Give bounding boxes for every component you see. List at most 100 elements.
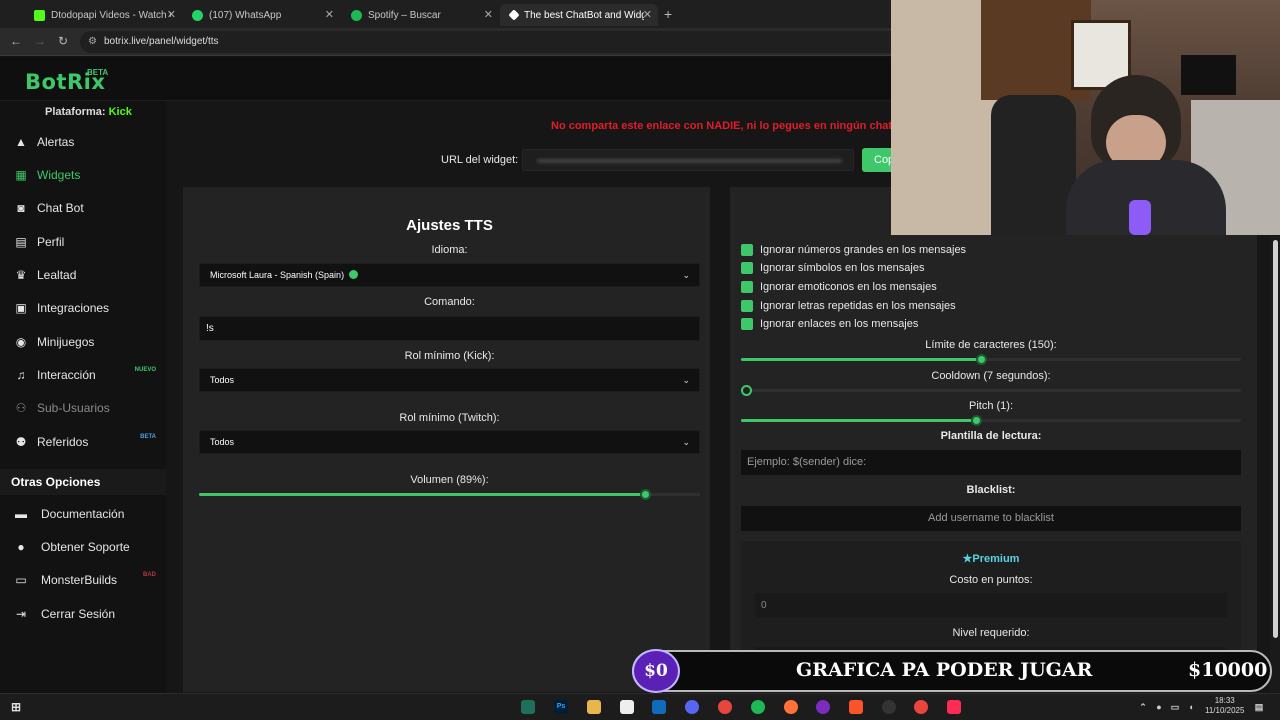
microphone	[1129, 200, 1151, 235]
volume-slider-thumb[interactable]	[639, 489, 651, 500]
cost-input[interactable]: 0	[755, 593, 1227, 618]
close-icon[interactable]: ✕	[643, 8, 652, 21]
obs-icon[interactable]	[882, 700, 896, 714]
sidebar-item-alertas[interactable]: ▲ Alertas	[0, 129, 166, 155]
opera-gx-icon[interactable]	[816, 700, 830, 714]
webcam-overlay	[891, 0, 1280, 235]
chrome-icon[interactable]	[718, 700, 732, 714]
new-tab-button[interactable]: +	[664, 6, 672, 22]
sidebar-item-lealtad[interactable]: ♛ Lealtad	[0, 262, 166, 288]
file-explorer-icon[interactable]	[587, 700, 601, 714]
warning-icon: ▲	[15, 135, 27, 149]
system-clock[interactable]: 18:33 11/10/2025	[1205, 696, 1244, 716]
sidebar-item-minijuegos[interactable]: ◉ Minijuegos	[0, 329, 166, 355]
cooldown-label: Cooldown (7 segundos):	[931, 370, 1051, 382]
sidebar-item-widgets[interactable]: ▦ Widgets	[0, 162, 166, 188]
cooldown-slider[interactable]	[741, 385, 1241, 396]
music-icon: ♫	[16, 368, 26, 382]
sidebar-item-referidos[interactable]: ⚉ Referidos BETA	[0, 429, 166, 455]
site-info-icon[interactable]: ⚙	[88, 31, 97, 53]
ignore-emoticons-checkbox[interactable]: Ignorar emoticonos en los mensajes	[741, 280, 937, 294]
sidebar-item-label: Chat Bot	[37, 201, 84, 215]
windows-start-icon[interactable]: ⊞	[9, 700, 23, 714]
checkbox-checked-icon[interactable]	[741, 300, 753, 312]
brave-icon[interactable]	[849, 700, 863, 714]
kick-favicon-icon	[34, 9, 45, 21]
whatsapp-favicon-icon	[192, 9, 203, 21]
close-icon[interactable]: ✕	[167, 8, 176, 21]
reload-icon[interactable]: ↻	[58, 34, 68, 48]
checkbox-label: Ignorar números grandes en los mensajes	[760, 244, 967, 256]
volume-icon[interactable]: ◖	[1184, 700, 1198, 714]
role-kick-select[interactable]: Todos ⌄	[199, 368, 700, 392]
ignore-links-checkbox[interactable]: Ignorar enlaces en los mensajes	[741, 317, 918, 331]
widgets-icon: ▦	[15, 168, 27, 182]
sidebar-item-integraciones[interactable]: ▣ Integraciones	[0, 295, 166, 321]
sidebar-item-label: Lealtad	[37, 268, 77, 282]
chrome-active-icon[interactable]	[914, 700, 928, 714]
command-input[interactable]: !s	[199, 316, 700, 341]
windows-taskbar	[0, 693, 1280, 720]
support-icon: ●	[17, 540, 25, 554]
blacklist-label: Blacklist:	[966, 484, 1016, 496]
sidebar-item-soporte[interactable]: ● Obtener Soporte	[0, 534, 166, 560]
cooldown-slider-thumb[interactable]	[741, 385, 752, 396]
pitch-slider-thumb[interactable]	[971, 415, 982, 426]
ignore-repeated-letters-checkbox[interactable]: Ignorar letras repetidas en los mensajes	[741, 299, 956, 313]
outlook-icon[interactable]	[652, 700, 666, 714]
char-limit-label: Límite de caracteres (150):	[925, 339, 1057, 351]
spotify-icon[interactable]	[751, 700, 765, 714]
photoshop-icon[interactable]: Ps	[554, 700, 568, 714]
notifications-icon[interactable]: ▤	[1252, 700, 1266, 714]
char-limit-slider[interactable]	[741, 354, 1241, 365]
url-text: botrix.live/panel/widget/tts	[104, 36, 219, 47]
system-tray-icon[interactable]: ⌃	[1136, 700, 1150, 714]
close-icon[interactable]: ✕	[325, 8, 334, 21]
widget-url-field[interactable]	[522, 149, 854, 171]
platform-indicator: Plataforma: Kick	[45, 106, 132, 118]
sidebar-item-perfil[interactable]: ▤ Perfil	[0, 229, 166, 255]
checkbox-label: Ignorar enlaces en los mensajes	[760, 318, 919, 330]
tab-spotify[interactable]: Spotify – Buscar ✕	[341, 4, 499, 26]
sidebar-item-documentacion[interactable]: ▬ Documentación	[0, 501, 166, 527]
back-icon[interactable]: ←	[10, 34, 22, 48]
template-input[interactable]: Ejemplo: $(sender) dice:	[741, 450, 1241, 475]
clock-time: 18:33	[1214, 696, 1235, 705]
checkbox-checked-icon[interactable]	[741, 318, 753, 330]
forward-icon[interactable]: →	[34, 34, 46, 48]
close-icon[interactable]: ✕	[484, 8, 493, 21]
ignore-symbols-checkbox[interactable]: Ignorar símbolos en los mensajes	[741, 261, 924, 275]
volume-label: Volumen (89%):	[410, 474, 489, 486]
security-warning: No comparta este enlace con NADIE, ni lo…	[551, 120, 893, 132]
checkbox-checked-icon[interactable]	[741, 244, 753, 256]
app-icon[interactable]	[521, 700, 535, 714]
tab-botrix[interactable]: The best ChatBot and Widgets ✕	[500, 4, 658, 26]
tab-whatsapp[interactable]: (107) WhatsApp ✕	[182, 4, 340, 26]
premium-text: Premium	[972, 553, 1020, 565]
checkbox-checked-icon[interactable]	[741, 262, 753, 274]
network-icon[interactable]: ▭	[1168, 700, 1182, 714]
microphone-tray-icon[interactable]: ●	[1152, 700, 1166, 714]
sidebar-item-monsterbuilds[interactable]: ▭ MonsterBuilds BAD	[0, 567, 166, 593]
language-select[interactable]: Microsoft Laura - Spanish (Spain) ⌄	[199, 263, 700, 287]
sidebar-item-label: Documentación	[41, 507, 125, 521]
blacklist-input[interactable]: Add username to blacklist	[741, 506, 1241, 531]
volume-slider[interactable]	[199, 489, 700, 500]
pitch-slider[interactable]	[741, 415, 1241, 426]
sidebar-item-cerrar-sesion[interactable]: ⇥ Cerrar Sesión	[0, 601, 166, 627]
role-twitch-select[interactable]: Todos ⌄	[199, 430, 700, 454]
firefox-icon[interactable]	[784, 700, 798, 714]
sidebar-item-chat-bot[interactable]: ◙ Chat Bot	[0, 195, 166, 221]
discord-icon[interactable]	[685, 700, 699, 714]
ignore-numbers-checkbox[interactable]: Ignorar números grandes en los mensajes	[741, 243, 966, 257]
calculator-icon[interactable]	[620, 700, 634, 714]
checkbox-checked-icon[interactable]	[741, 281, 753, 293]
tab-kick[interactable]: Dtodopapi Videos - Watch On… ✕	[24, 4, 182, 26]
tiktok-icon[interactable]	[947, 700, 961, 714]
platform-value: Kick	[108, 106, 132, 118]
scrollbar-thumb[interactable]	[1273, 240, 1278, 638]
chevron-down-icon: ⌄	[682, 375, 690, 385]
sidebar-item-interaccion[interactable]: ♫ Interacción NUEVO	[0, 362, 166, 388]
char-limit-slider-thumb[interactable]	[976, 354, 987, 365]
sidebar-item-sub-usuarios[interactable]: ⚇ Sub-Usuarios	[0, 395, 166, 421]
